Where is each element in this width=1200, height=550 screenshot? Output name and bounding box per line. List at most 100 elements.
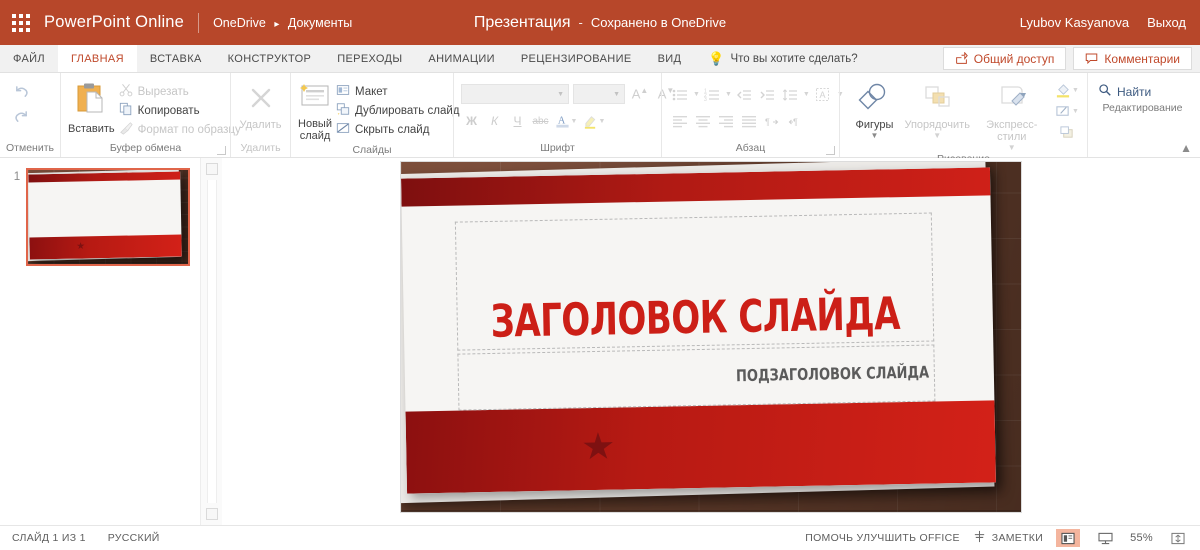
comments-label: Комментарии <box>1104 52 1180 66</box>
underline-button[interactable]: Ч <box>507 111 528 131</box>
chevron-down-icon[interactable]: ▼ <box>725 91 732 98</box>
hide-slide-icon <box>336 121 350 138</box>
italic-button[interactable]: К <box>484 111 505 131</box>
tab-transitions[interactable]: ПЕРЕХОДЫ <box>324 45 415 72</box>
fit-to-window-icon[interactable] <box>1166 529 1190 547</box>
quick-styles-button[interactable]: Экспресс-стили ▼ <box>973 81 1051 151</box>
hide-slide-button[interactable]: Скрыть слайд <box>332 120 463 139</box>
comments-button[interactable]: Комментарии <box>1073 47 1192 70</box>
app-launcher-grid-icon[interactable] <box>12 14 30 32</box>
decrease-indent-icon[interactable] <box>733 85 755 104</box>
slide-subtitle-text[interactable]: ПОДЗАГОЛОВОК СЛАЙДА <box>457 337 935 417</box>
bold-button[interactable]: Ж <box>461 111 482 131</box>
chevron-down-icon: ▼ <box>1072 87 1079 94</box>
paste-button[interactable]: Вставить <box>68 80 115 135</box>
notes-button[interactable]: ЗАМЕТКИ <box>973 530 1043 546</box>
undo-redo-column <box>0 77 42 127</box>
duplicate-slide-button[interactable]: Дублировать слайд <box>332 101 463 120</box>
line-spacing-icon[interactable] <box>779 85 801 104</box>
breadcrumb-root[interactable]: OneDrive <box>213 16 266 30</box>
delete-slide-button[interactable]: Удалить <box>238 83 283 131</box>
notes-icon <box>973 530 986 546</box>
align-center-icon[interactable] <box>692 111 714 130</box>
tab-design[interactable]: КОНСТРУКТОР <box>215 45 325 72</box>
slide-editor-stage[interactable]: ЗАГОЛОВОК СЛАЙДА ПОДЗАГОЛОВОК СЛАЙДА <box>401 162 1021 512</box>
x-cross-icon <box>247 85 275 116</box>
find-label: Найти <box>1117 85 1151 99</box>
numbered-list-icon[interactable]: 123 <box>701 85 723 104</box>
share-label: Общий доступ <box>974 52 1055 66</box>
ribbon-group-undo: Отменить <box>0 73 60 157</box>
chevron-up-icon[interactable]: ▲ <box>1180 142 1192 154</box>
tab-review[interactable]: РЕЦЕНЗИРОВАНИЕ <box>508 45 645 72</box>
font-size-combo[interactable]: ▼ <box>573 84 625 104</box>
chevron-down-icon[interactable]: ▼ <box>693 91 700 98</box>
format-painter-button[interactable]: Формат по образцу <box>115 120 245 139</box>
font-family-combo[interactable]: ▼ <box>461 84 569 104</box>
lightbulb-icon: 💡 <box>708 52 724 65</box>
arrange-button[interactable]: Упорядочить ▼ <box>902 81 973 139</box>
cut-button[interactable]: Вырезать <box>115 82 245 101</box>
group-title-slides: Слайды <box>291 142 453 159</box>
improve-office-link[interactable]: ПОМОЧЬ УЛУЧШИТЬ OFFICE <box>805 532 960 544</box>
shape-outline-icon[interactable]: ▼ <box>1054 102 1080 121</box>
align-justify-icon[interactable] <box>738 111 760 130</box>
scroll-down-button[interactable] <box>206 508 218 520</box>
align-right-icon[interactable] <box>715 111 737 130</box>
paragraph-dialog-launcher[interactable] <box>826 146 835 155</box>
tell-me-search[interactable]: 💡 Что вы хотите сделать? <box>694 45 867 72</box>
tab-file[interactable]: ФАЙЛ <box>0 45 58 72</box>
find-button[interactable]: Найти <box>1098 83 1151 100</box>
user-name[interactable]: Lyubov Kasyanova <box>1020 15 1129 30</box>
new-slide-label-line2: слайд <box>300 130 331 142</box>
zoom-level[interactable]: 55% <box>1130 532 1153 544</box>
tab-animations[interactable]: АНИМАЦИИ <box>415 45 507 72</box>
duplicate-slide-icon <box>336 102 350 119</box>
right-to-left-icon[interactable]: ¶ <box>784 111 806 130</box>
quick-styles-label: Экспресс-стили <box>973 119 1051 143</box>
strikethrough-button[interactable]: abc <box>530 111 551 131</box>
left-to-right-icon[interactable]: ¶ <box>761 111 783 130</box>
breadcrumb-folder[interactable]: Документы <box>288 16 352 30</box>
share-button[interactable]: Общий доступ <box>943 47 1067 70</box>
group-title-undo: Отменить <box>0 140 60 157</box>
new-slide-button[interactable]: Новый слайд <box>298 80 332 142</box>
sign-out-link[interactable]: Выход <box>1147 15 1186 30</box>
tab-insert[interactable]: ВСТАВКА <box>137 45 215 72</box>
thumbnail-pane-scrollbar[interactable] <box>200 158 222 525</box>
slideshow-view-icon[interactable] <box>1093 529 1117 547</box>
font-color-icon[interactable]: A ▼ <box>553 111 579 131</box>
shape-fill-icon[interactable]: ▼ <box>1054 81 1080 100</box>
text-direction-icon[interactable]: A <box>811 85 835 104</box>
increase-indent-icon[interactable] <box>756 85 778 104</box>
status-bar: СЛАЙД 1 ИЗ 1 РУССКИЙ ПОМОЧЬ УЛУЧШИТЬ OFF… <box>0 525 1200 550</box>
normal-view-icon[interactable] <box>1056 529 1080 547</box>
layout-button[interactable]: Макет <box>332 82 463 101</box>
search-magnifier-icon <box>1098 83 1112 100</box>
shape-effects-icon[interactable] <box>1054 123 1080 142</box>
text-highlight-icon[interactable]: ▼ <box>581 111 607 131</box>
clipboard-dialog-launcher[interactable] <box>217 146 226 155</box>
bulleted-list-icon[interactable] <box>669 85 691 104</box>
ribbon-group-clipboard: Вставить Вырезать Копировать <box>60 73 230 157</box>
document-title[interactable]: Презентация <box>474 14 571 32</box>
comment-bubble-icon <box>1085 52 1098 65</box>
increase-font-size-icon[interactable]: A▲ <box>629 86 651 101</box>
shapes-button[interactable]: Фигуры ▼ <box>847 81 902 139</box>
slide-thumbnail-pane: 1 <box>0 158 200 525</box>
group-title-font: Шрифт <box>454 140 661 157</box>
copy-label: Копировать <box>138 105 200 117</box>
scroll-up-button[interactable] <box>206 163 218 175</box>
undo-arrow-icon[interactable] <box>8 81 34 102</box>
copy-button[interactable]: Копировать <box>115 101 245 120</box>
slide-title-text[interactable]: ЗАГОЛОВОК СЛАЙДА <box>454 171 934 351</box>
language-indicator[interactable]: РУССКИЙ <box>108 532 160 544</box>
tab-view[interactable]: ВИД <box>645 45 695 72</box>
chevron-down-icon: ▼ <box>933 132 941 139</box>
slide-thumbnail-1[interactable] <box>26 168 190 266</box>
align-left-icon[interactable] <box>669 111 691 130</box>
tab-home[interactable]: ГЛАВНАЯ <box>58 45 137 72</box>
redo-arrow-icon[interactable] <box>8 106 34 127</box>
scrollbar-track[interactable] <box>207 180 217 503</box>
chevron-down-icon[interactable]: ▼ <box>803 91 810 98</box>
